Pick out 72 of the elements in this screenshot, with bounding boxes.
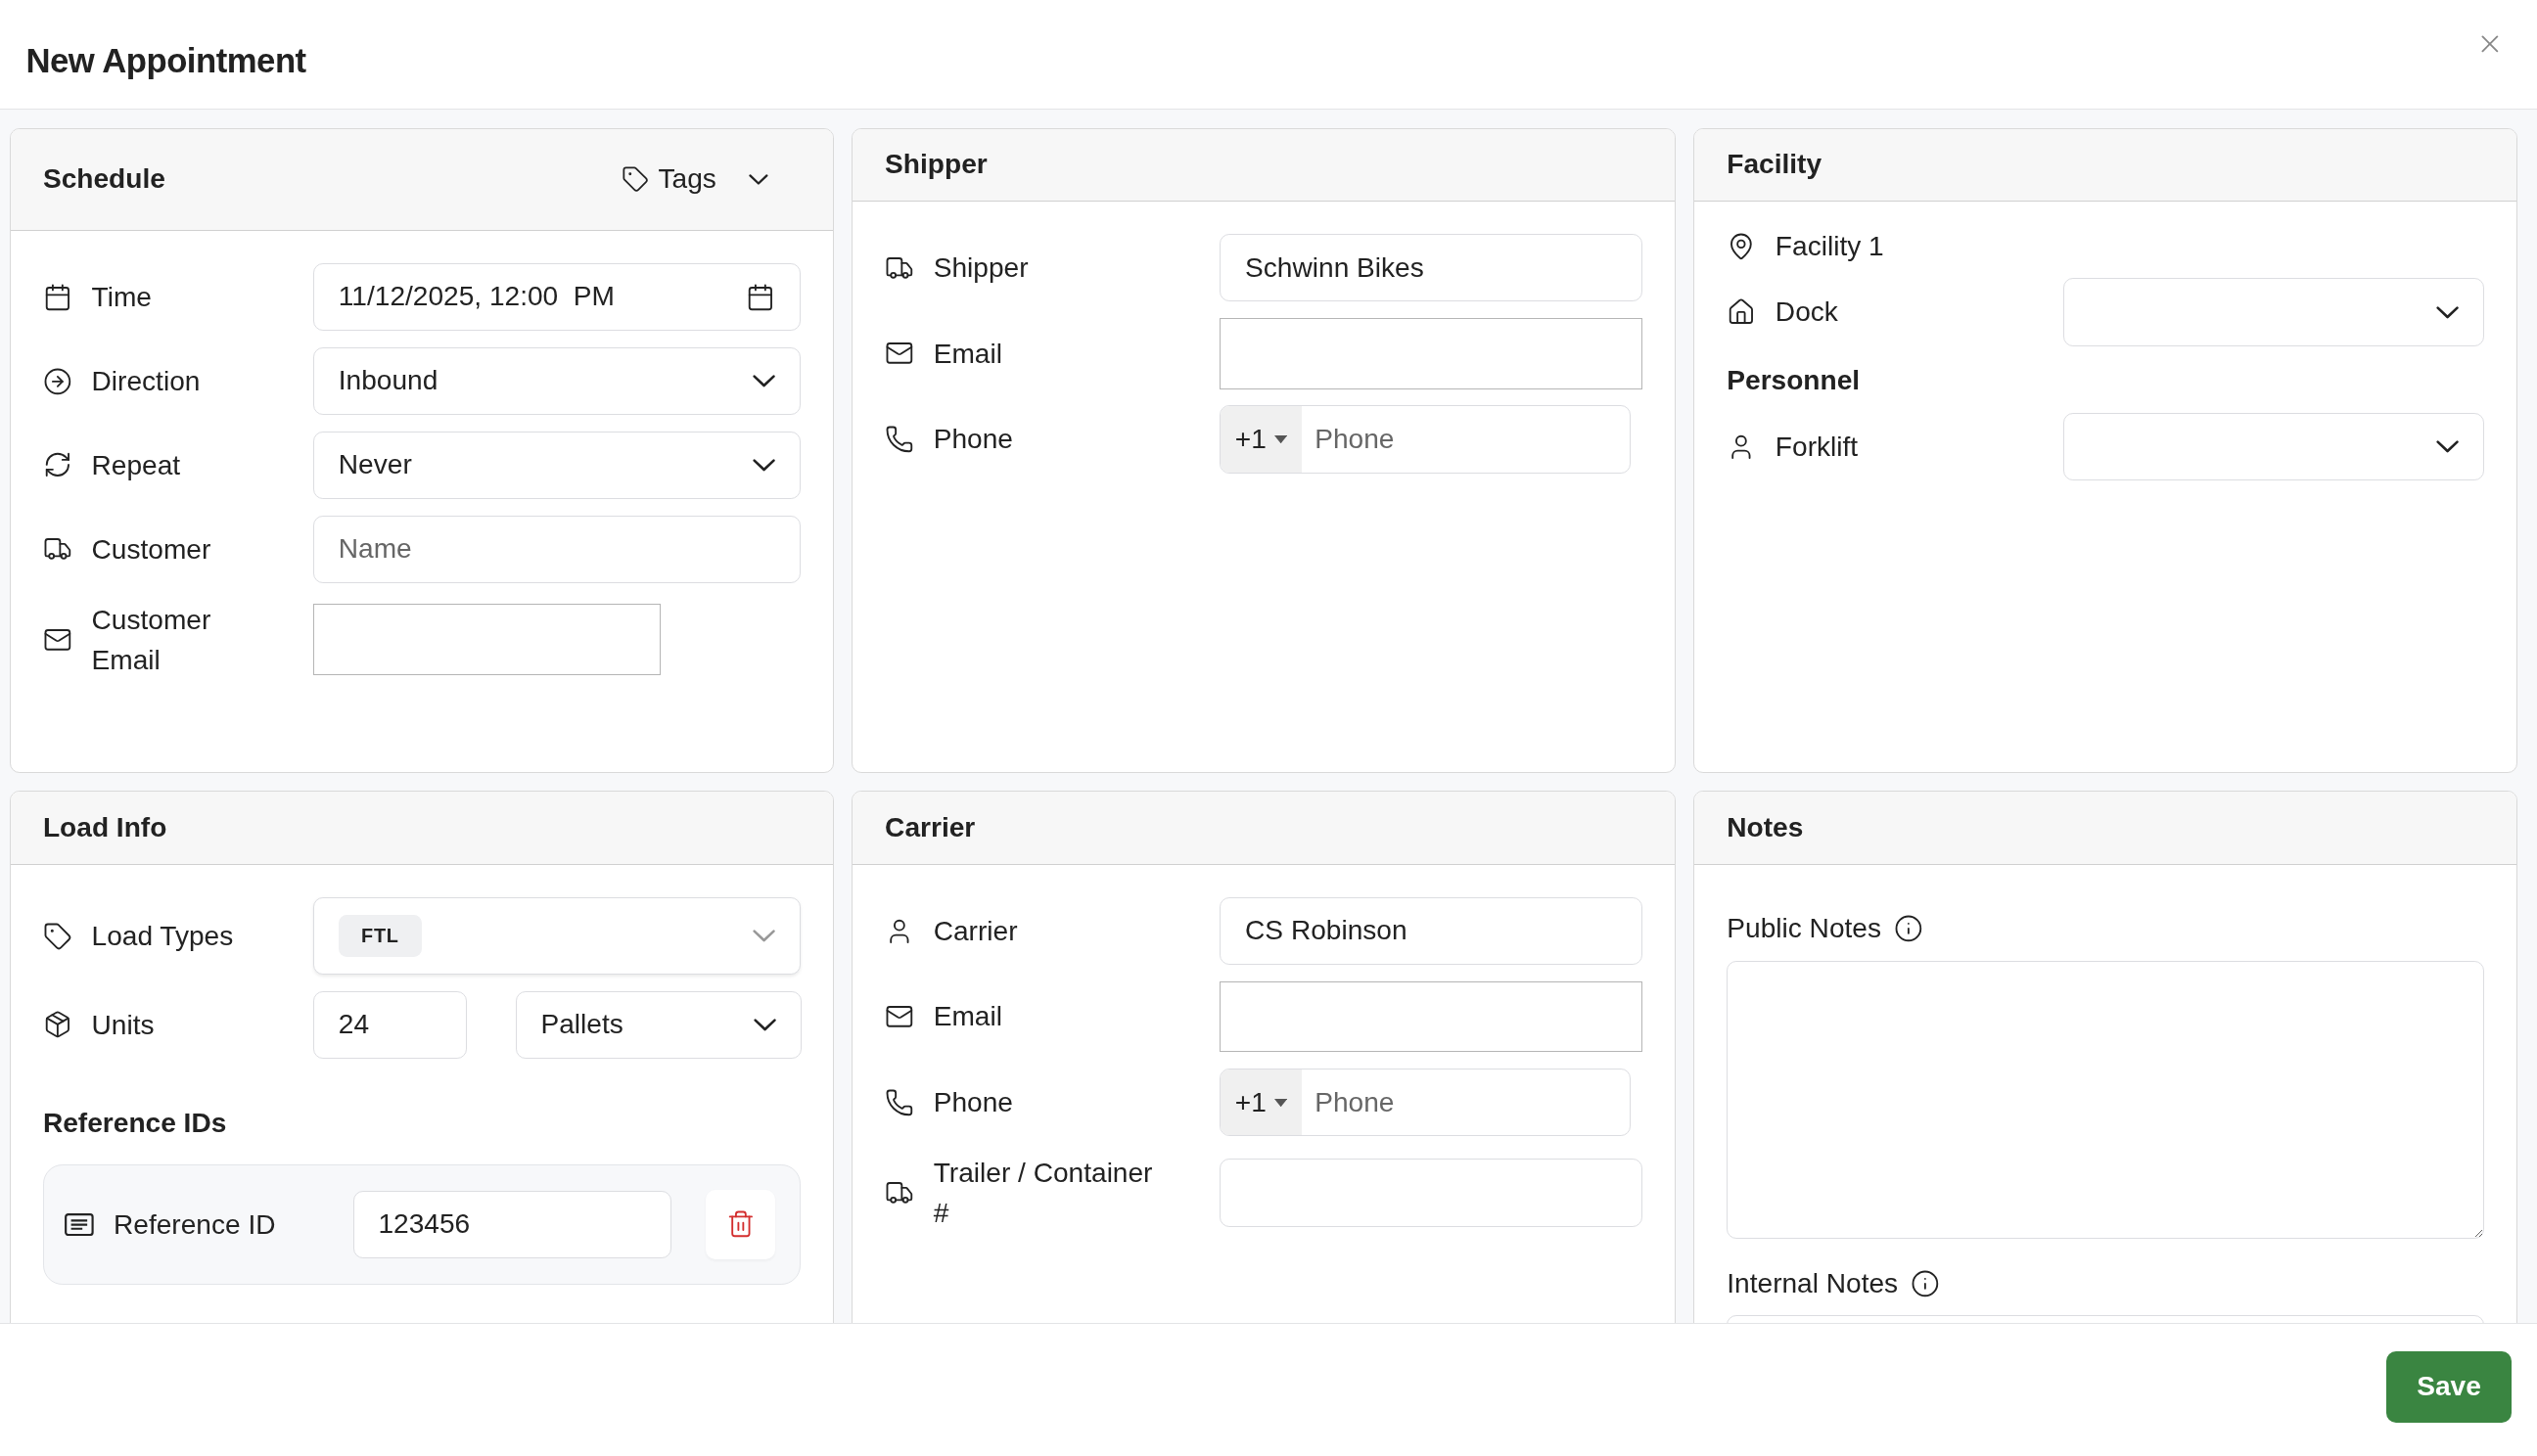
field-label: Email bbox=[933, 1000, 1002, 1034]
email-field[interactable] bbox=[1220, 317, 1642, 389]
field-label: Phone bbox=[933, 423, 1013, 457]
field-label: Email bbox=[933, 337, 1002, 371]
section-heading: Personnel bbox=[1727, 365, 1862, 397]
country-code-select[interactable]: +1 bbox=[1221, 1069, 1302, 1136]
select-field[interactable]: Pallets bbox=[515, 990, 803, 1060]
chevron-down-icon bbox=[752, 375, 776, 387]
panel-title: Shipper bbox=[885, 149, 988, 181]
field-label: Customer Email bbox=[91, 603, 212, 677]
datetime-field[interactable]: 11/12/2025, 12:00 PM bbox=[313, 262, 801, 332]
country-code-select[interactable]: +1 bbox=[1221, 406, 1302, 473]
field-label: Dock bbox=[1775, 296, 1838, 330]
panel-title: Schedule bbox=[42, 163, 165, 196]
tag-icon bbox=[42, 921, 72, 951]
field-label: Repeat bbox=[91, 448, 181, 482]
dialog-title: New Appointment bbox=[25, 41, 306, 80]
phone-field[interactable]: +1 Phone bbox=[1220, 405, 1632, 474]
chevron-down-icon bbox=[754, 1018, 777, 1031]
text-field[interactable]: 123456 bbox=[352, 1190, 672, 1259]
tag-icon bbox=[621, 165, 649, 194]
info-icon bbox=[1911, 1269, 1941, 1298]
chevron-down-icon bbox=[2436, 305, 2460, 319]
field-label: Customer bbox=[91, 532, 211, 567]
info-icon bbox=[1894, 914, 1923, 944]
field-label: Trailer / Container # bbox=[933, 1156, 1154, 1231]
email-field[interactable] bbox=[1220, 980, 1642, 1053]
house-icon bbox=[1727, 297, 1756, 327]
chevron-down-icon bbox=[752, 459, 776, 472]
tag-chip: FTL bbox=[338, 915, 422, 957]
facility-name: Facility 1 bbox=[1775, 230, 1884, 262]
field-label: Reference ID bbox=[114, 1207, 276, 1242]
panel-title: Notes bbox=[1727, 812, 1804, 843]
phone-field[interactable]: +1 Phone bbox=[1220, 1068, 1632, 1137]
phone-icon bbox=[885, 1087, 914, 1117]
chevron-down-icon bbox=[2436, 440, 2460, 454]
arrow-circle-icon bbox=[42, 366, 72, 396]
panel-title: Facility bbox=[1727, 149, 1822, 181]
text-field[interactable]: Name bbox=[313, 515, 801, 583]
email-field[interactable] bbox=[313, 604, 662, 676]
save-button[interactable]: Save bbox=[2386, 1350, 2512, 1423]
id-card-icon bbox=[65, 1212, 95, 1236]
caret-icon bbox=[1274, 1098, 1288, 1107]
chevron-down-icon bbox=[748, 173, 768, 185]
field-label: Load Types bbox=[91, 919, 234, 953]
text-field[interactable]: Schwinn Bikes bbox=[1220, 234, 1642, 302]
section-heading: Reference IDs bbox=[42, 1107, 228, 1139]
chevron-down-icon bbox=[752, 930, 776, 942]
select-field[interactable]: Inbound bbox=[313, 346, 801, 416]
field-label: Shipper bbox=[933, 251, 1029, 286]
field-label: Phone bbox=[933, 1086, 1013, 1119]
panel-title: Carrier bbox=[885, 812, 976, 843]
select-field[interactable] bbox=[2063, 278, 2485, 346]
phone-icon bbox=[885, 425, 914, 454]
field-label: Carrier bbox=[933, 914, 1018, 948]
field-label: Public Notes bbox=[1727, 913, 1881, 945]
text-field[interactable]: CS Robinson bbox=[1220, 896, 1642, 966]
delete-button[interactable] bbox=[706, 1189, 776, 1259]
caret-icon bbox=[1274, 434, 1288, 443]
select-field[interactable] bbox=[2063, 412, 2485, 481]
field-label: Internal Notes bbox=[1727, 1267, 1899, 1299]
field-label: Time bbox=[91, 280, 152, 314]
notes-field[interactable] bbox=[1727, 960, 2485, 1240]
multi-select-field[interactable]: FTL bbox=[313, 896, 801, 976]
field-label: Units bbox=[91, 1008, 155, 1042]
field-label: Forklift bbox=[1775, 431, 1859, 464]
tags-button[interactable]: Tags bbox=[621, 163, 768, 196]
panel-title: Load Info bbox=[42, 812, 167, 843]
text-field[interactable] bbox=[1220, 1159, 1642, 1227]
select-field[interactable]: Never bbox=[313, 431, 801, 500]
number-field[interactable]: 24 bbox=[313, 990, 468, 1060]
field-label: Direction bbox=[91, 364, 201, 398]
